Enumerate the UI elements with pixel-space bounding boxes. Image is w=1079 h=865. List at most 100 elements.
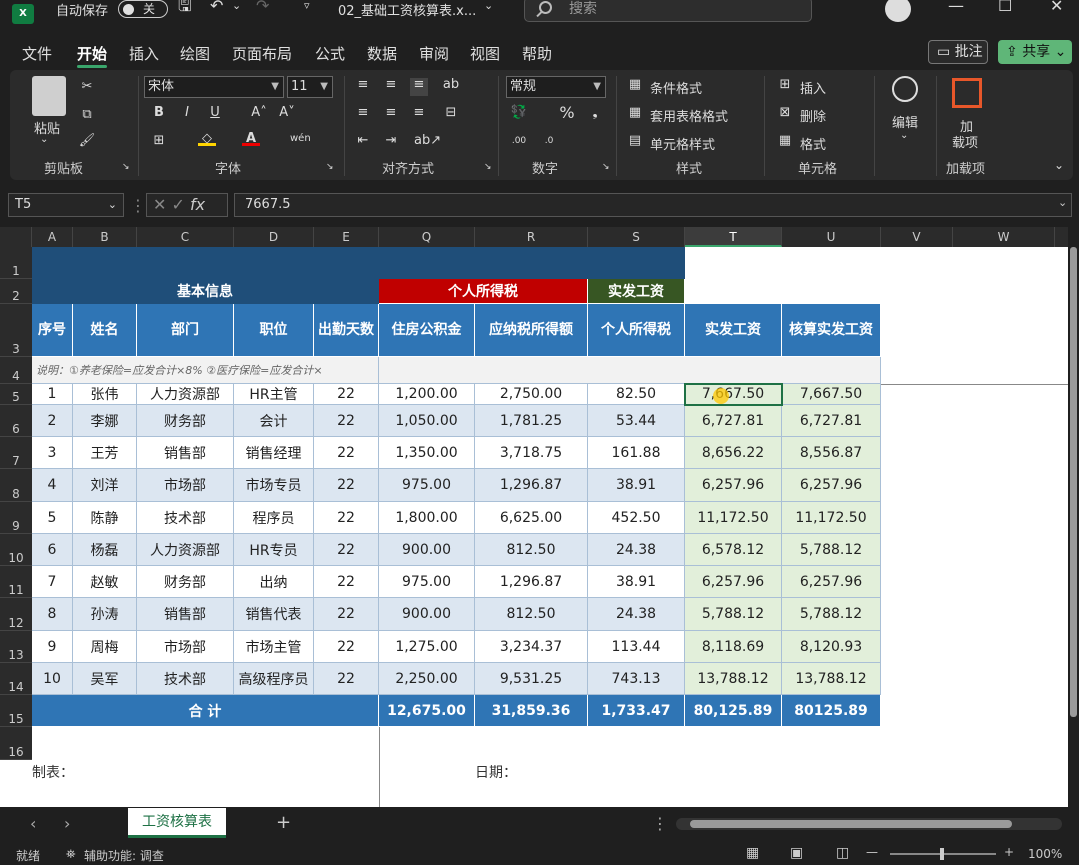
format-painter-icon[interactable]: 🖌 — [78, 134, 96, 148]
insert-cells-icon[interactable]: ⊞ — [776, 78, 794, 92]
zoom-slider-thumb[interactable] — [940, 848, 944, 860]
column-title[interactable]: 实发工资 — [685, 304, 782, 357]
zoom-in-icon[interactable]: + — [1004, 845, 1014, 859]
editing-search-icon[interactable] — [892, 76, 918, 102]
scrollbar-thumb[interactable] — [1070, 247, 1077, 717]
italic-button[interactable]: I — [178, 106, 196, 120]
formula-input[interactable]: 7667.5 — [234, 193, 1072, 217]
delete-cells-button[interactable]: 删除 — [800, 106, 826, 125]
column-header[interactable]: C — [137, 227, 234, 247]
table-cell[interactable]: 82.50 — [588, 384, 685, 405]
table-cell[interactable]: 1,350.00 — [379, 437, 475, 469]
align-center-icon[interactable]: ≡ — [382, 106, 400, 120]
table-cell[interactable]: 财务部 — [137, 566, 234, 598]
bold-button[interactable]: B — [150, 106, 168, 120]
share-button[interactable]: ⇪ 共享 ⌄ — [998, 40, 1072, 64]
collapse-ribbon-icon[interactable]: ⌄ — [1054, 158, 1064, 172]
table-cell[interactable]: 1,296.87 — [475, 469, 588, 502]
cancel-icon[interactable]: ✕ — [153, 195, 172, 214]
row-header[interactable]: 4 — [0, 357, 32, 384]
table-cell[interactable]: 人力资源部 — [137, 384, 234, 405]
column-title[interactable]: 部门 — [137, 304, 234, 357]
table-cell[interactable]: 李娜 — [73, 405, 137, 437]
format-table-icon[interactable]: ▦ — [626, 106, 644, 120]
row-header[interactable]: 11 — [0, 566, 32, 598]
table-cell[interactable]: 6,727.81 — [685, 405, 782, 437]
table-cell[interactable]: 22 — [314, 566, 379, 598]
table-cell[interactable]: 市场主管 — [234, 631, 314, 663]
column-header[interactable]: B — [73, 227, 137, 247]
decrease-indent-icon[interactable]: ⇤ — [354, 134, 372, 148]
tab-review[interactable]: 审阅 — [419, 43, 449, 64]
horizontal-scrollbar-thumb[interactable] — [690, 820, 1012, 828]
table-cell[interactable]: 900.00 — [379, 534, 475, 566]
table-cell[interactable]: 1,296.87 — [475, 566, 588, 598]
note-row[interactable]: 说明：①养老保险=应发合计×8% ②医疗保险=应发合计× — [32, 357, 379, 384]
customize-toolbar-icon[interactable]: ▿ — [304, 0, 310, 14]
column-header[interactable]: A — [32, 227, 73, 247]
table-cell[interactable]: 财务部 — [137, 405, 234, 437]
table-cell[interactable]: 13,788.12 — [685, 663, 782, 695]
table-cell[interactable]: 6 — [32, 534, 73, 566]
table-cell[interactable]: 6,257.96 — [685, 566, 782, 598]
vertical-scrollbar[interactable] — [1068, 227, 1079, 807]
increase-font-icon[interactable]: A˄ — [250, 106, 268, 120]
percent-button[interactable]: % — [558, 105, 576, 121]
table-cell[interactable]: 技术部 — [137, 502, 234, 534]
table-cell[interactable]: 452.50 — [588, 502, 685, 534]
undo-icon[interactable]: ↶ — [210, 0, 223, 14]
table-cell[interactable]: 市场专员 — [234, 469, 314, 502]
column-header[interactable]: D — [234, 227, 314, 247]
zoom-slider[interactable] — [890, 848, 996, 860]
undo-dropdown-icon[interactable]: ⌄ — [232, 0, 241, 14]
insert-function-button[interactable]: fx — [190, 195, 205, 214]
worksheet-grid[interactable]: ABCDEQRSTUVWX12345678910111213141516基本信息… — [0, 227, 1068, 807]
table-cell[interactable]: 周梅 — [73, 631, 137, 663]
table-cell[interactable]: 1,781.25 — [475, 405, 588, 437]
table-cell[interactable]: 24.38 — [588, 598, 685, 631]
table-cell[interactable]: 161.88 — [588, 437, 685, 469]
page-layout-view-icon[interactable]: ▣ — [790, 845, 803, 861]
border-icon[interactable]: ⊞ — [150, 134, 168, 148]
minimize-icon[interactable]: — — [948, 0, 964, 14]
number-launcher-icon[interactable]: ↘ — [602, 162, 610, 172]
table-cell[interactable]: 销售代表 — [234, 598, 314, 631]
file-name[interactable]: 02_基础工资核算表.x... — [338, 0, 476, 19]
align-bottom-icon[interactable]: ≡ — [410, 78, 428, 96]
column-title[interactable]: 应纳税所得额 — [475, 304, 588, 357]
row-header[interactable]: 15 — [0, 695, 32, 727]
table-cell[interactable]: 38.91 — [588, 469, 685, 502]
increase-indent-icon[interactable]: ⇥ — [382, 134, 400, 148]
column-title[interactable]: 姓名 — [73, 304, 137, 357]
insert-cells-button[interactable]: 插入 — [800, 78, 826, 97]
row-header[interactable]: 1 — [0, 247, 32, 279]
number-format-select[interactable]: 常规 ▼ — [506, 76, 606, 98]
table-cell[interactable]: 22 — [314, 663, 379, 695]
column-title[interactable]: 出勤天数 — [314, 304, 379, 357]
comma-style-icon[interactable]: ❟ — [586, 106, 604, 120]
table-cell[interactable]: HR主管 — [234, 384, 314, 405]
table-cell[interactable]: 975.00 — [379, 566, 475, 598]
next-sheet-icon[interactable]: › — [64, 814, 70, 833]
paste-chevron-icon[interactable]: ⌄ — [40, 134, 48, 145]
table-cell[interactable]: 8 — [32, 598, 73, 631]
table-cell[interactable]: 张伟 — [73, 384, 137, 405]
table-cell[interactable]: 8,118.69 — [685, 631, 782, 663]
more-icon[interactable]: ⋮ — [652, 814, 668, 833]
table-cell[interactable]: 市场部 — [137, 631, 234, 663]
clipboard-launcher-icon[interactable]: ↘ — [122, 162, 130, 172]
column-header[interactable]: R — [475, 227, 588, 247]
row-header[interactable]: 14 — [0, 663, 32, 695]
row-header[interactable]: 8 — [0, 469, 32, 502]
accessibility-icon[interactable]: ⛯ — [66, 847, 76, 862]
table-cell[interactable]: 销售部 — [137, 598, 234, 631]
horizontal-scrollbar[interactable] — [676, 818, 1062, 830]
table-cell[interactable]: 1,050.00 — [379, 405, 475, 437]
table-cell[interactable]: 2,250.00 — [379, 663, 475, 695]
row-header[interactable]: 10 — [0, 534, 32, 566]
table-cell[interactable]: 王芳 — [73, 437, 137, 469]
tab-file[interactable]: 文件 — [22, 43, 52, 64]
paste-icon[interactable] — [32, 76, 66, 116]
wrap-text-icon[interactable]: ab — [442, 78, 460, 92]
row-header[interactable]: 7 — [0, 437, 32, 469]
